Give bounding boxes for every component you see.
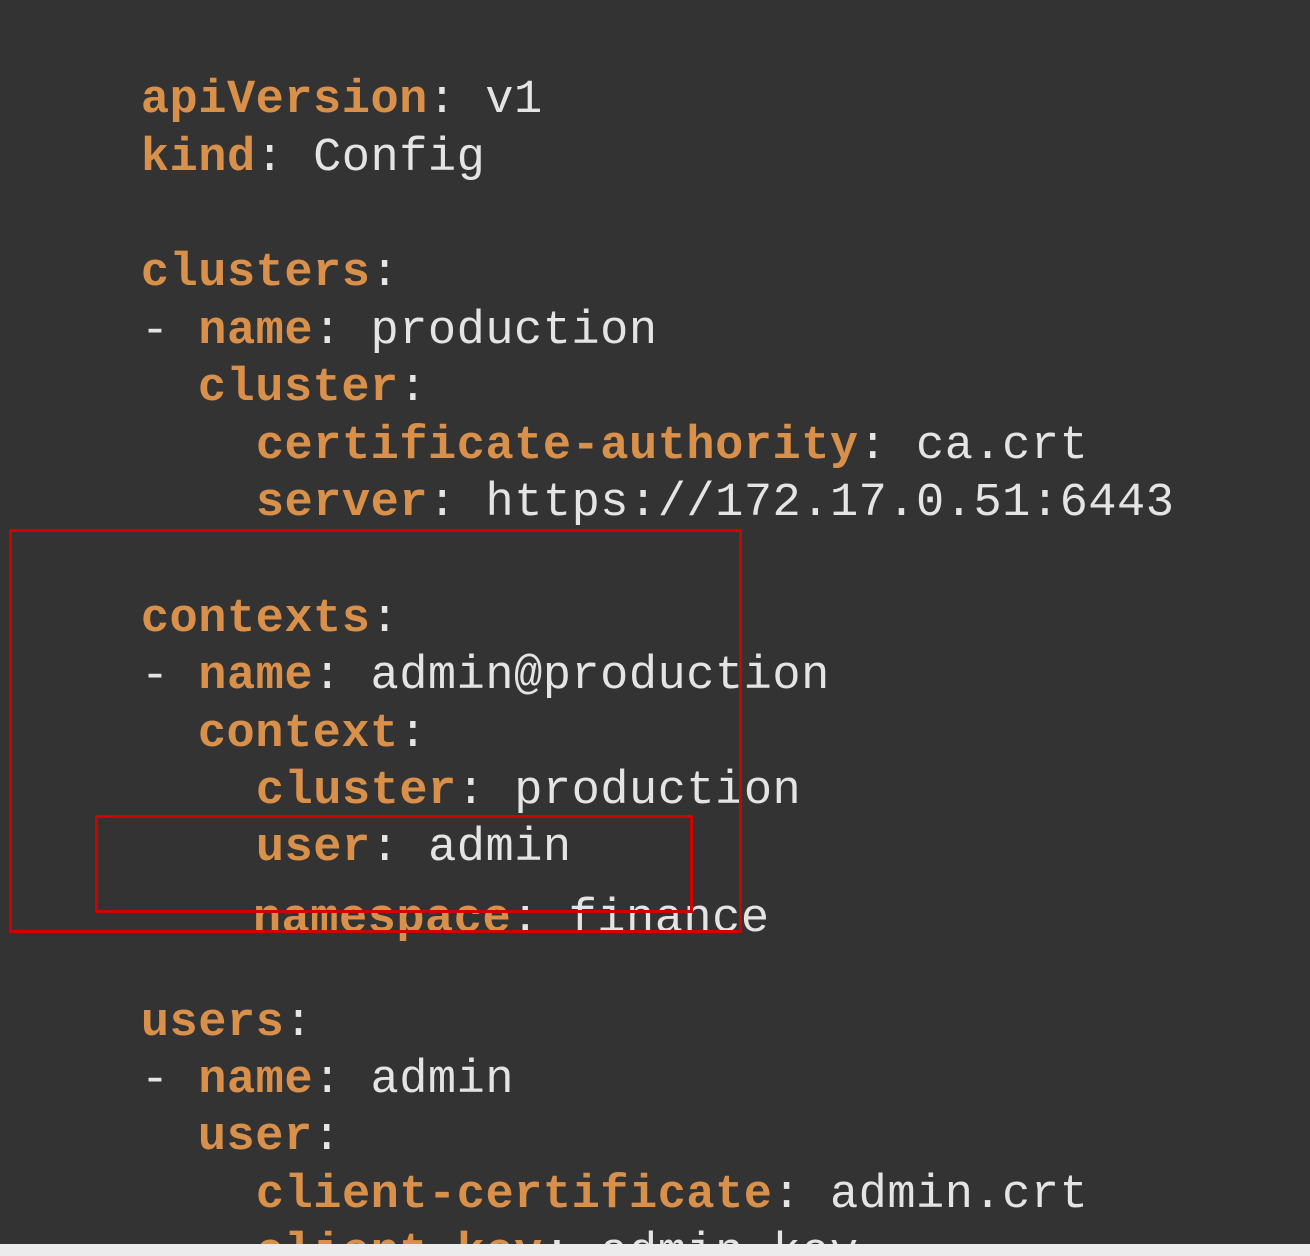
colon: :	[255, 132, 314, 185]
code-line-context-cluster: cluster: production	[26, 705, 801, 818]
yaml-value: v1	[485, 74, 543, 127]
colon: :	[428, 477, 486, 530]
code-line-cluster-name: - name: production	[26, 245, 658, 358]
yaml-key: kind	[140, 132, 256, 185]
yaml-value: admin.key	[600, 1227, 858, 1244]
code-line-user-name: - name: admin	[26, 994, 514, 1107]
code-line-user: user:	[26, 1051, 341, 1164]
code-line-users: users:	[26, 937, 313, 1050]
code-line-kind: kind: Config	[26, 72, 485, 185]
bottom-border	[0, 1244, 1310, 1256]
code-line-contexts: contexts:	[26, 533, 399, 646]
colon: :	[511, 893, 569, 946]
code-line-client-key: client-key: admin.key	[26, 1167, 859, 1244]
code-line-certificate-authority: certificate-authority: ca.crt	[26, 360, 1088, 473]
yaml-value: admin@production	[370, 650, 830, 703]
yaml-key: server	[255, 477, 429, 530]
code-line-clusters: clusters:	[26, 187, 399, 300]
code-line-context: context:	[26, 648, 427, 761]
code-line-cluster: cluster:	[26, 302, 427, 415]
yaml-key: client-key	[256, 1227, 543, 1244]
code-line-namespace: namespace: finance	[138, 833, 770, 946]
yaml-value: admin.crt	[829, 1169, 1089, 1222]
yaml-value: finance	[568, 893, 770, 946]
code-line-client-certificate: client-certificate: admin.crt	[26, 1109, 1088, 1222]
code-line-context-name: - name: admin@production	[26, 590, 830, 703]
code-line-apiversion: apiVersion: v1	[26, 14, 543, 127]
yaml-value: https://172.17.0.51:6443	[485, 477, 1175, 530]
yaml-editor: apiVersion: v1 kind: Config clusters: - …	[0, 0, 1310, 1244]
colon: :	[543, 1227, 600, 1244]
yaml-value: Config	[313, 132, 486, 185]
code-line-server: server: https://172.17.0.51:6443	[26, 417, 1174, 530]
yaml-value: admin	[370, 1054, 515, 1107]
code-line-context-user: user: admin	[26, 762, 572, 875]
